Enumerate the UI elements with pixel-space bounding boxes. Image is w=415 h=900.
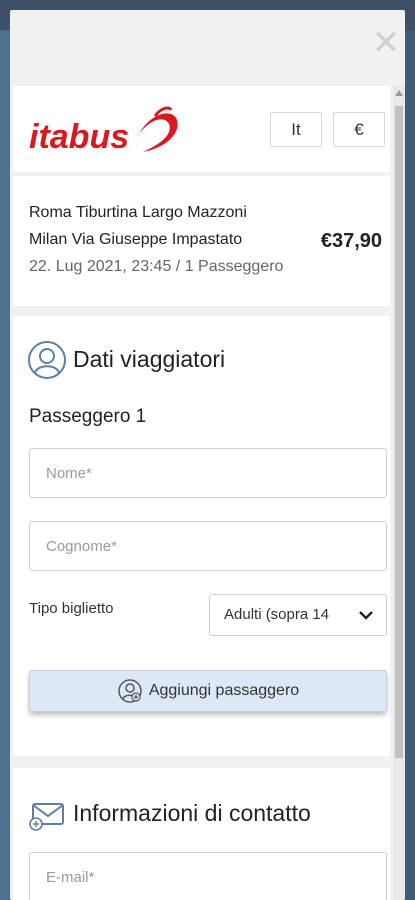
email-icon: [29, 803, 64, 831]
page-background-left: [0, 30, 10, 900]
add-passenger-button[interactable]: Aggiungi passaggero: [29, 670, 387, 712]
ticket-type-label: Tipo biglietto: [29, 600, 114, 617]
page-background-right: [405, 30, 415, 900]
passenger-label: Passeggero 1: [29, 406, 147, 427]
contact-section: Informazioni di contatto: [13, 768, 390, 900]
arrival-stop: Milan Via Giuseppe Impastato: [29, 231, 243, 248]
add-user-icon: [118, 679, 142, 703]
close-icon[interactable]: ✕: [371, 26, 401, 60]
header-panel: itabus It €: [13, 86, 390, 172]
add-passenger-label: Aggiungi passaggero: [148, 682, 300, 699]
last-name-field[interactable]: [29, 521, 387, 571]
itabus-logo: itabus: [29, 106, 178, 156]
first-name-field[interactable]: [29, 448, 387, 498]
ticket-type-value: Adulti (sopra 14: [224, 606, 330, 623]
svg-text:itabus: itabus: [29, 118, 129, 156]
trip-summary: Roma Tiburtina Largo Mazzoni Milan Via G…: [13, 176, 390, 306]
email-field[interactable]: [29, 852, 387, 900]
travelers-section: Dati viaggiatori Passeggero 1 Tipo bigli…: [13, 316, 390, 756]
contact-title: Informazioni di contatto: [73, 800, 311, 826]
language-selector[interactable]: It: [270, 112, 322, 147]
trip-price: €37,90: [320, 230, 382, 252]
trip-date-passengers: 22. Lug 2021, 23:45 / 1 Passeggero: [29, 258, 284, 275]
booking-modal: ✕ itabus It € Roma Tiburtina Largo Mazzo…: [10, 10, 405, 900]
ticket-type-select[interactable]: Adulti (sopra 14: [209, 594, 387, 636]
departure-stop: Roma Tiburtina Largo Mazzoni: [29, 204, 247, 221]
currency-selector[interactable]: €: [333, 112, 385, 147]
chevron-down-icon: [359, 611, 373, 620]
travelers-title: Dati viaggiatori: [73, 346, 226, 372]
scrollbar-thumb[interactable]: [395, 106, 403, 758]
user-icon: [28, 341, 66, 379]
scroll-up-arrow-icon[interactable]: [395, 90, 403, 96]
